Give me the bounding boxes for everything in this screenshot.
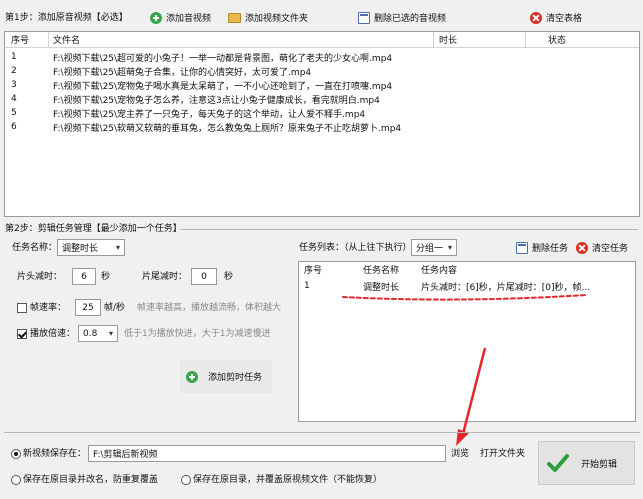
browse-button[interactable]: 浏览 bbox=[451, 447, 469, 461]
save-path-input[interactable]: F:\剪辑后新视频 bbox=[88, 445, 446, 462]
new-save-label: 新视频保存在： bbox=[23, 449, 87, 459]
rename-label: 保存在原目录并改名，防重复覆盖 bbox=[23, 475, 159, 485]
annotation-arrow-line bbox=[460, 347, 487, 439]
annotation-underline bbox=[342, 294, 587, 301]
rename-radio[interactable] bbox=[11, 475, 21, 485]
start-button[interactable]: 开始剪辑 bbox=[538, 441, 635, 485]
overwrite-radio[interactable] bbox=[181, 475, 191, 485]
open-folder-button[interactable]: 打开文件夹 bbox=[480, 447, 525, 461]
annotation-overlay bbox=[342, 294, 587, 446]
save-path-value: F:\剪辑后新视频 bbox=[93, 450, 158, 460]
new-save-radio[interactable] bbox=[11, 449, 21, 459]
start-label: 开始剪辑 bbox=[581, 459, 618, 470]
overwrite-label: 保存在原目录，并覆盖原视频文件（不能恢复） bbox=[193, 475, 383, 485]
checkmark-icon bbox=[547, 454, 569, 472]
